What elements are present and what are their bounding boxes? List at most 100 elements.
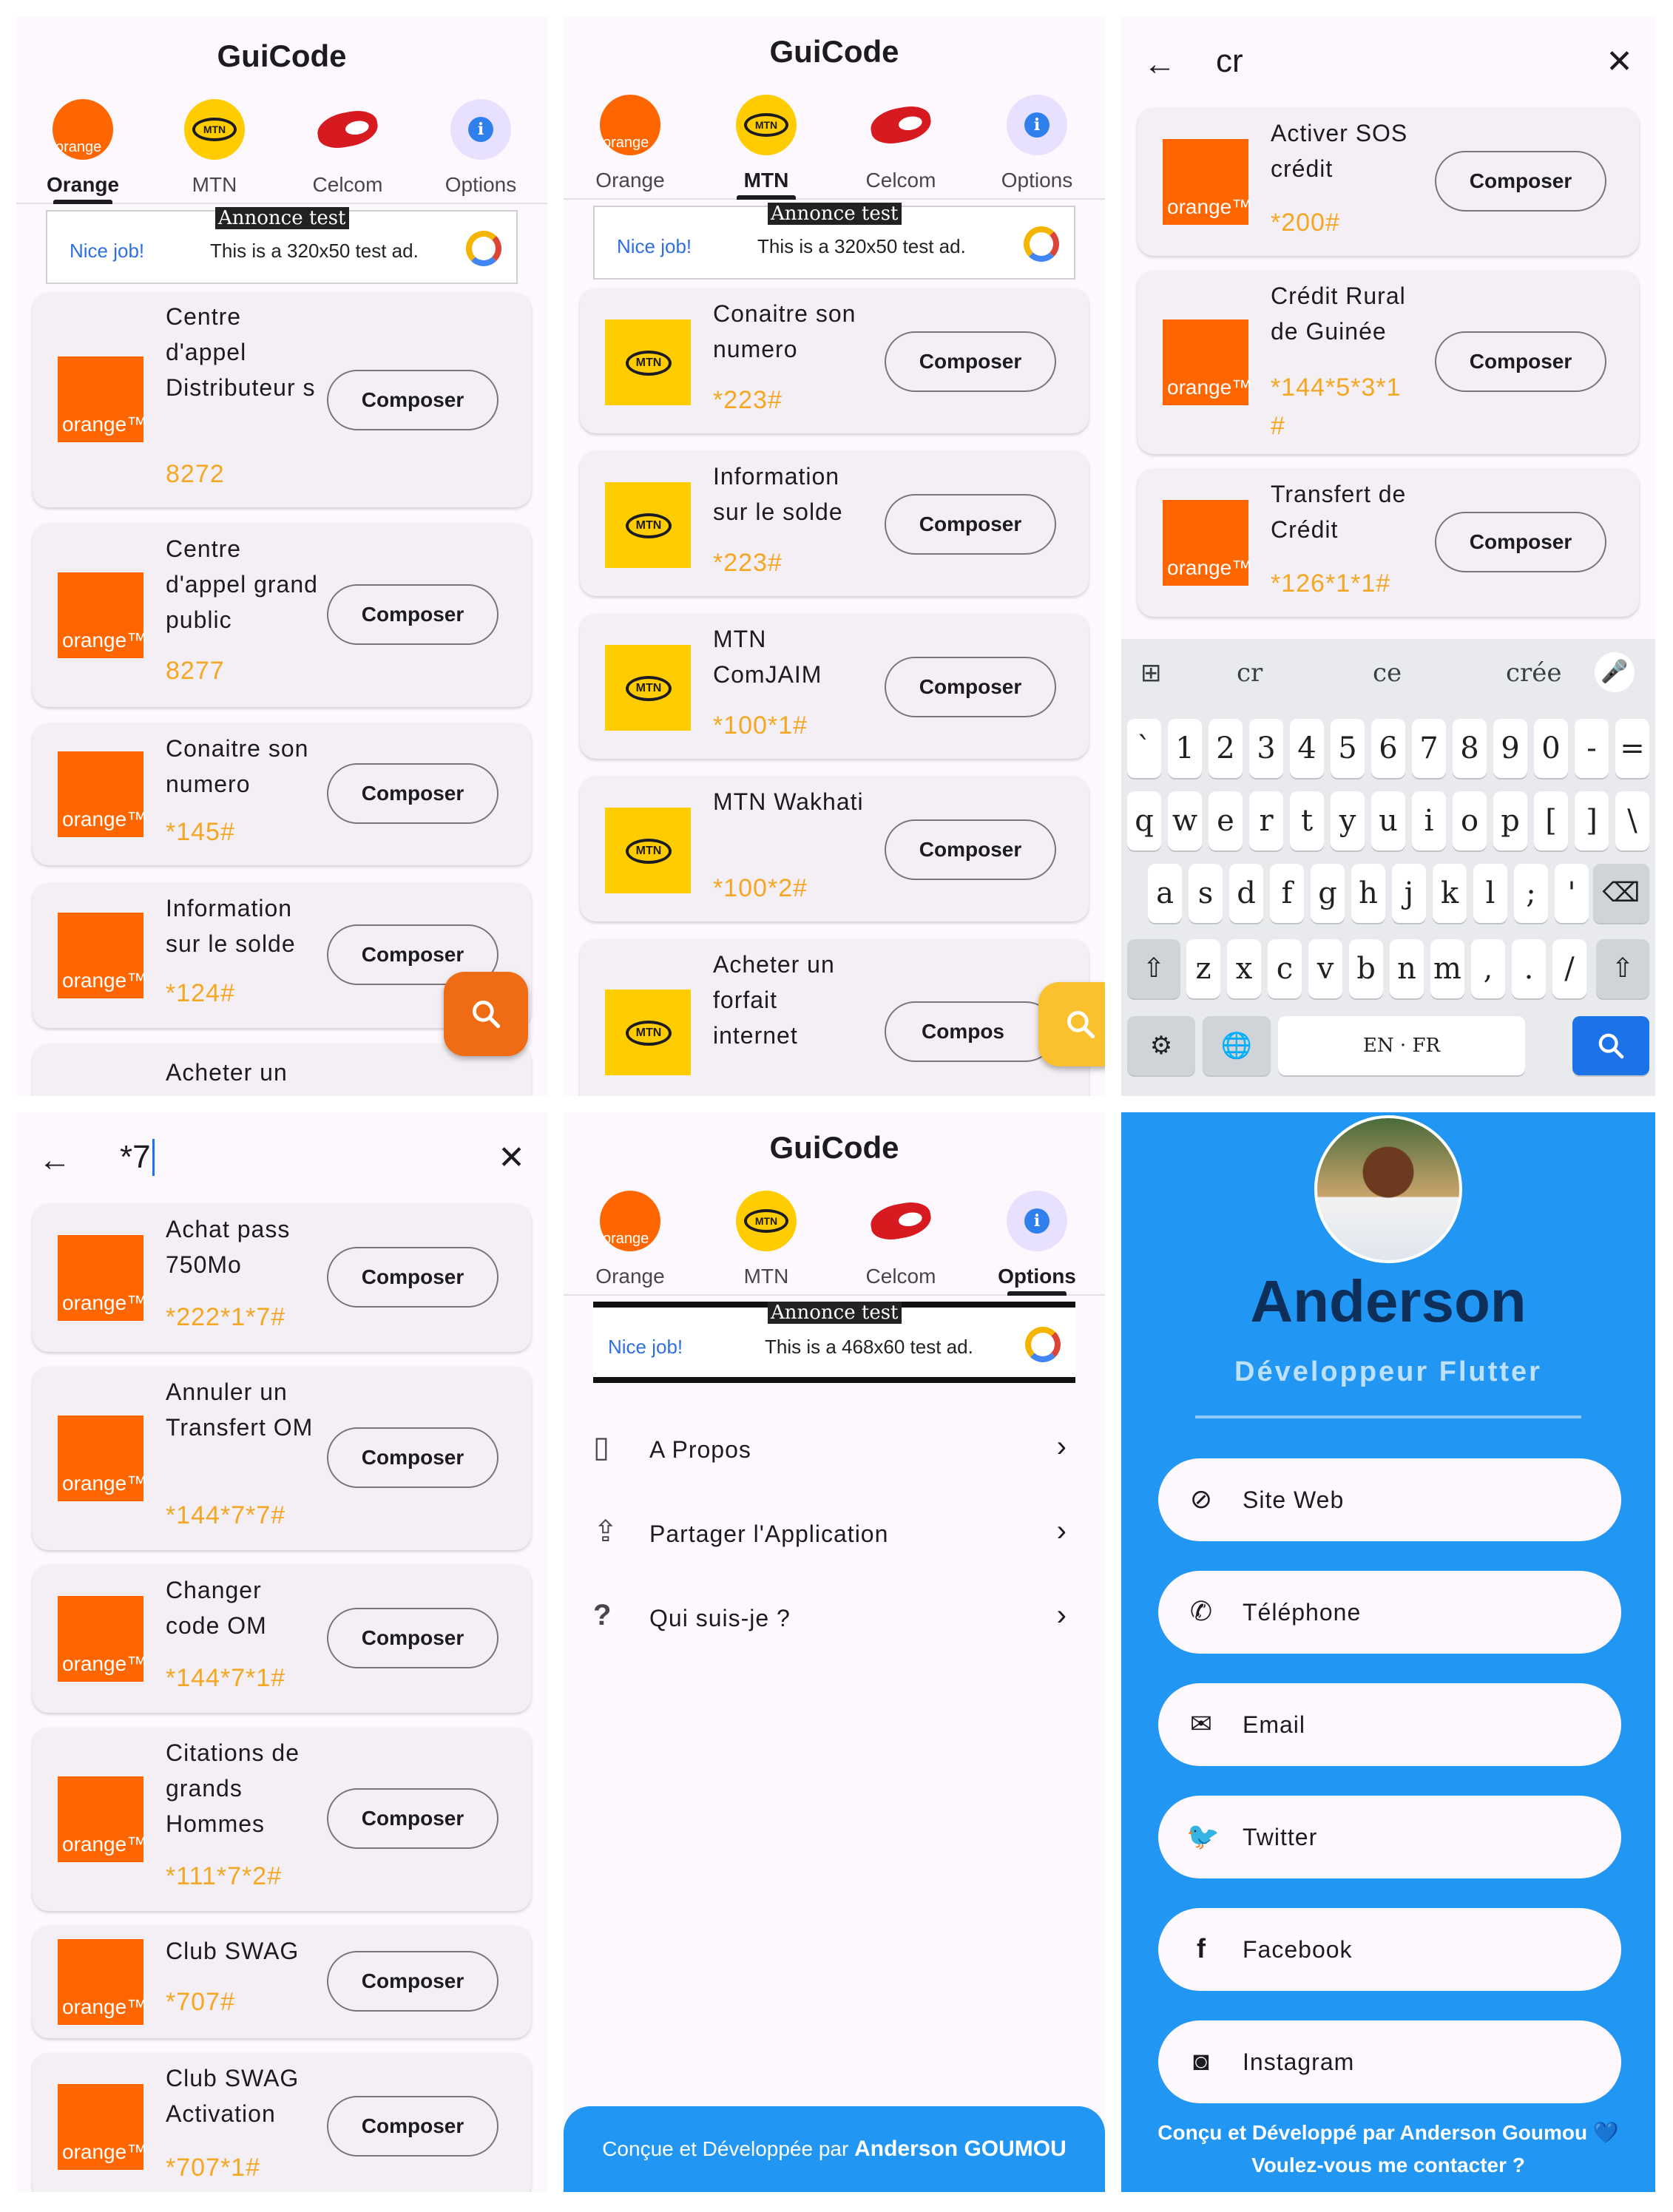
- close-icon[interactable]: ✕: [498, 1139, 525, 1177]
- tab-mtn[interactable]: MTN MTN: [148, 93, 281, 204]
- contact-instagram[interactable]: ◙ Instagram: [1158, 2020, 1621, 2103]
- settings-gear-icon[interactable]: ⚙: [1127, 1016, 1195, 1075]
- search-input[interactable]: *7: [120, 1139, 155, 1176]
- keyboard-key[interactable]: =: [1615, 719, 1649, 778]
- keyboard-key[interactable]: i: [1412, 791, 1446, 850]
- banner-ad[interactable]: Annonce test Nice job! This is a 320x50 …: [593, 203, 1075, 280]
- tab-options[interactable]: i Options: [970, 89, 1103, 200]
- keyboard-key[interactable]: y: [1331, 791, 1365, 850]
- footer-contact-prompt[interactable]: Voulez-vous me contacter ?: [1121, 2149, 1655, 2182]
- keyboard-key[interactable]: x: [1227, 939, 1261, 998]
- backspace-icon[interactable]: ⌫: [1593, 864, 1649, 923]
- keyboard-key[interactable]: v: [1308, 939, 1342, 998]
- keyboard-key[interactable]: m: [1430, 939, 1464, 998]
- compose-button[interactable]: Composer: [327, 2096, 498, 2157]
- compose-button[interactable]: Composer: [327, 1788, 498, 1849]
- search-fab[interactable]: [1038, 982, 1105, 1066]
- keyboard-key[interactable]: 3: [1249, 719, 1283, 778]
- banner-ad[interactable]: Annonce test Nice job! This is a 320x50 …: [46, 207, 518, 284]
- contact-twitter[interactable]: 🐦 Twitter: [1158, 1796, 1621, 1878]
- keyboard-key[interactable]: ,: [1471, 939, 1505, 998]
- compose-button[interactable]: Composer: [327, 1427, 498, 1488]
- keyboard-key[interactable]: 0: [1534, 719, 1568, 778]
- keyboard-key[interactable]: z: [1186, 939, 1220, 998]
- suggestion[interactable]: ce: [1373, 658, 1402, 688]
- tab-orange[interactable]: orange Orange: [16, 93, 149, 204]
- tab-celcom[interactable]: Celcom: [834, 89, 967, 200]
- keyboard-key[interactable]: n: [1390, 939, 1424, 998]
- keyboard-key[interactable]: u: [1371, 791, 1405, 850]
- compose-button[interactable]: Composer: [327, 584, 498, 645]
- globe-icon[interactable]: 🌐: [1203, 1016, 1271, 1075]
- option-about[interactable]: ▯ A Propos ›: [564, 1408, 1105, 1489]
- keyboard-key[interactable]: 5: [1331, 719, 1365, 778]
- keyboard-key[interactable]: c: [1268, 939, 1302, 998]
- option-share[interactable]: ⇪ Partager l'Application ›: [564, 1492, 1105, 1574]
- keyboard-key[interactable]: g: [1311, 864, 1345, 923]
- keyboard-key[interactable]: 6: [1371, 719, 1405, 778]
- compose-button[interactable]: Composer: [1435, 151, 1606, 212]
- back-arrow-icon[interactable]: ←: [38, 1142, 71, 1179]
- compose-button[interactable]: Composer: [885, 819, 1056, 880]
- banner-ad[interactable]: Annonce test Nice job! This is a 468x60 …: [593, 1302, 1075, 1383]
- keyboard-key[interactable]: 8: [1453, 719, 1487, 778]
- keyboard-key[interactable]: t: [1290, 791, 1324, 850]
- keyboard-key[interactable]: 4: [1290, 719, 1324, 778]
- keyboard-key[interactable]: o: [1453, 791, 1487, 850]
- compose-button[interactable]: Composer: [327, 370, 498, 430]
- tab-mtn[interactable]: MTN MTN: [700, 1185, 833, 1296]
- search-key[interactable]: [1572, 1016, 1649, 1075]
- compose-button[interactable]: Composer: [327, 763, 498, 824]
- shift-right-icon[interactable]: ⇧: [1596, 939, 1649, 998]
- apps-grid-icon[interactable]: ⊞: [1140, 658, 1162, 688]
- keyboard-key[interactable]: ]: [1575, 791, 1609, 850]
- compose-button[interactable]: Composer: [327, 1247, 498, 1308]
- keyboard-key[interactable]: s: [1189, 864, 1223, 923]
- compose-button[interactable]: Composer: [327, 1608, 498, 1668]
- compose-button[interactable]: Composer: [885, 494, 1056, 555]
- keyboard-key[interactable]: ': [1555, 864, 1589, 923]
- contact-facebook[interactable]: f Facebook: [1158, 1908, 1621, 1991]
- keyboard-key[interactable]: d: [1229, 864, 1263, 923]
- keyboard-key[interactable]: q: [1127, 791, 1161, 850]
- tab-mtn[interactable]: MTN MTN: [700, 89, 833, 200]
- tab-celcom[interactable]: Celcom: [834, 1185, 967, 1296]
- compose-button[interactable]: Compos: [885, 1001, 1056, 1062]
- keyboard-key[interactable]: /: [1552, 939, 1586, 998]
- keyboard-key[interactable]: p: [1493, 791, 1527, 850]
- keyboard-key[interactable]: \: [1615, 791, 1649, 850]
- keyboard-key[interactable]: j: [1392, 864, 1426, 923]
- compose-button[interactable]: Composer: [327, 1951, 498, 2012]
- keyboard-key[interactable]: k: [1433, 864, 1467, 923]
- search-input[interactable]: cr: [1216, 43, 1243, 80]
- microphone-icon[interactable]: 🎤: [1595, 652, 1635, 692]
- keyboard-key[interactable]: 1: [1168, 719, 1202, 778]
- keyboard-key[interactable]: f: [1270, 864, 1304, 923]
- option-whoami[interactable]: ? Qui suis-je ? ›: [564, 1577, 1105, 1658]
- tab-orange[interactable]: orange Orange: [564, 89, 697, 200]
- keyboard-key[interactable]: a: [1148, 864, 1182, 923]
- keyboard-key[interactable]: `: [1127, 719, 1161, 778]
- back-arrow-icon[interactable]: ←: [1143, 46, 1176, 83]
- contact-website[interactable]: ⊘ Site Web: [1158, 1458, 1621, 1541]
- contact-phone[interactable]: ✆ Téléphone: [1158, 1571, 1621, 1654]
- contact-email[interactable]: ✉ Email: [1158, 1683, 1621, 1766]
- keyboard-key[interactable]: h: [1351, 864, 1385, 923]
- keyboard-key[interactable]: -: [1575, 719, 1609, 778]
- tab-orange[interactable]: orange Orange: [564, 1185, 697, 1296]
- tab-celcom[interactable]: Celcom: [281, 93, 414, 204]
- credits-footer[interactable]: Conçue et Développée par Anderson GOUMOU: [564, 2106, 1105, 2192]
- keyboard-key[interactable]: ;: [1514, 864, 1548, 923]
- keyboard-key[interactable]: .: [1512, 939, 1546, 998]
- compose-button[interactable]: Composer: [1435, 331, 1606, 392]
- suggestion[interactable]: crée: [1506, 658, 1562, 688]
- suggestion[interactable]: cr: [1237, 658, 1263, 688]
- keyboard-key[interactable]: 9: [1493, 719, 1527, 778]
- compose-button[interactable]: Composer: [885, 331, 1056, 392]
- keyboard-key[interactable]: l: [1473, 864, 1507, 923]
- keyboard-key[interactable]: [: [1534, 791, 1568, 850]
- compose-button[interactable]: Composer: [885, 657, 1056, 717]
- keyboard-key[interactable]: w: [1168, 791, 1202, 850]
- search-fab[interactable]: [444, 972, 528, 1056]
- keyboard-key[interactable]: 7: [1412, 719, 1446, 778]
